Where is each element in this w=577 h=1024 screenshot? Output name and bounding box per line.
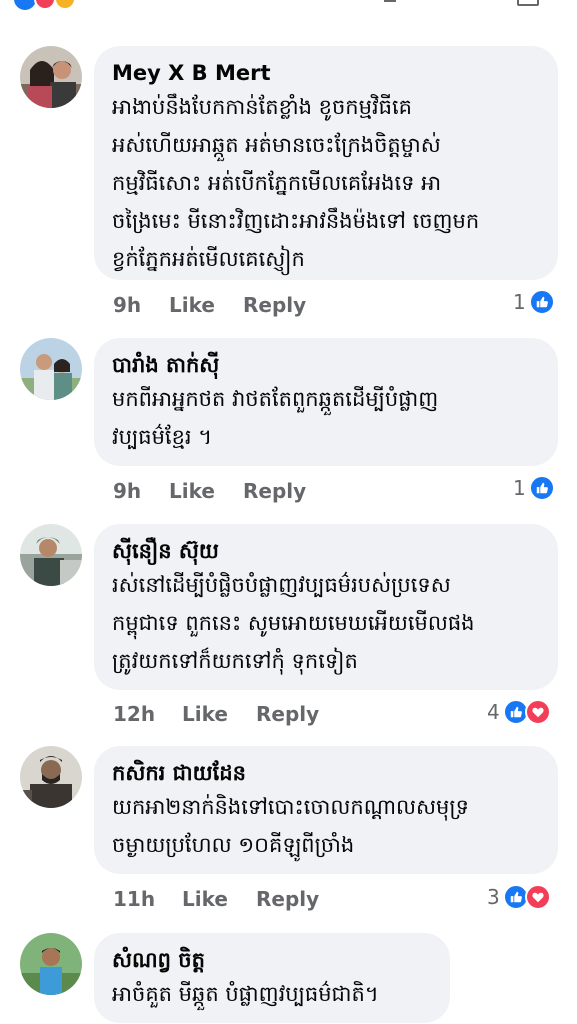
love-icon [524, 699, 551, 725]
reply-button[interactable]: Reply [256, 699, 319, 729]
reply-button[interactable]: Reply [243, 476, 306, 506]
comment-bubble: Mey X B Mert អាងាប់នឹងបែកកាន់តែខ្លាំង ខូ… [94, 46, 558, 280]
comment-author[interactable]: បារាំង តាក់ស៊ី [112, 350, 538, 380]
share-icon[interactable] [517, 0, 539, 6]
comment-bubble: ស៊ីនឿន ស៊ុយ រស់នៅដើម្បីបំផ្លិចបំផ្លាញវប្… [94, 524, 558, 690]
divider [384, 0, 396, 2]
avatar[interactable] [20, 746, 82, 808]
comment-author[interactable]: Mey X B Mert [112, 58, 538, 88]
reaction-count: 1 [513, 476, 526, 500]
like-icon [528, 289, 555, 315]
comment-author[interactable]: សំណព្វ ចិត្ត [112, 945, 430, 975]
comment-time[interactable]: 9h [113, 476, 141, 506]
reply-button[interactable]: Reply [243, 290, 306, 320]
comment-bubble: បារាំង តាក់ស៊ី មកពីអាអ្នកថត វាថតតែពួកឆ្ក… [94, 338, 558, 466]
comment-author[interactable]: កសិករ ជាយដែន [112, 758, 538, 788]
like-icon [528, 475, 555, 501]
like-button[interactable]: Like [169, 290, 215, 320]
comment-bubble: សំណព្វ ចិត្ត អាចំគួត មីឆ្កួត បំផ្លាញវប្ប… [94, 933, 450, 1023]
reaction-summary[interactable]: 4 [487, 697, 551, 727]
reaction-count: 3 [487, 885, 500, 909]
comment-text: រស់នៅដើម្បីបំផ្លិចបំផ្លាញវប្បធម៌របស់ប្រទ… [112, 573, 475, 673]
reaction-summary[interactable]: 3 [487, 882, 551, 912]
avatar[interactable] [20, 933, 82, 995]
love-icon [524, 884, 551, 910]
comment-bubble: កសិករ ជាយដែន យកអា២នាក់និងទៅបោះចោលកណ្តាលស… [94, 746, 558, 874]
reaction-summary[interactable]: 1 [513, 473, 555, 503]
avatar[interactable] [20, 338, 82, 400]
comment-time[interactable]: 12h [113, 699, 155, 729]
reaction-count: 1 [513, 290, 526, 314]
comment-time[interactable]: 9h [113, 290, 141, 320]
comment-author[interactable]: ស៊ីនឿន ស៊ុយ [112, 536, 538, 566]
comment-text: អាចំគួត មីឆ្កួត បំផ្លាញវប្បធម៌ជាតិ។ [112, 982, 379, 1006]
love-icon [34, 0, 56, 10]
comment-time[interactable]: 11h [113, 884, 155, 914]
comment-text: អាងាប់នឹងបែកកាន់តែខ្លាំង ខូចកម្មវិធីគេ អ… [112, 95, 480, 271]
like-button[interactable]: Like [182, 884, 228, 914]
comment-text: មកពីអាអ្នកថត វាថតតែពួកឆ្កួតដើម្បីបំផ្លាញ… [112, 387, 439, 449]
like-button[interactable]: Like [182, 699, 228, 729]
reaction-summary[interactable]: 1 [513, 287, 555, 317]
previous-comment-remnant [0, 0, 577, 14]
comment-text: យកអា២នាក់និងទៅបោះចោលកណ្តាលសមុទ្រ ចម្ងាយប… [112, 795, 469, 857]
like-button[interactable]: Like [169, 476, 215, 506]
like-icon [14, 0, 36, 10]
haha-icon [54, 0, 76, 10]
avatar[interactable] [20, 46, 82, 108]
reply-button[interactable]: Reply [256, 884, 319, 914]
avatar[interactable] [20, 524, 82, 586]
reaction-count: 4 [487, 700, 500, 724]
